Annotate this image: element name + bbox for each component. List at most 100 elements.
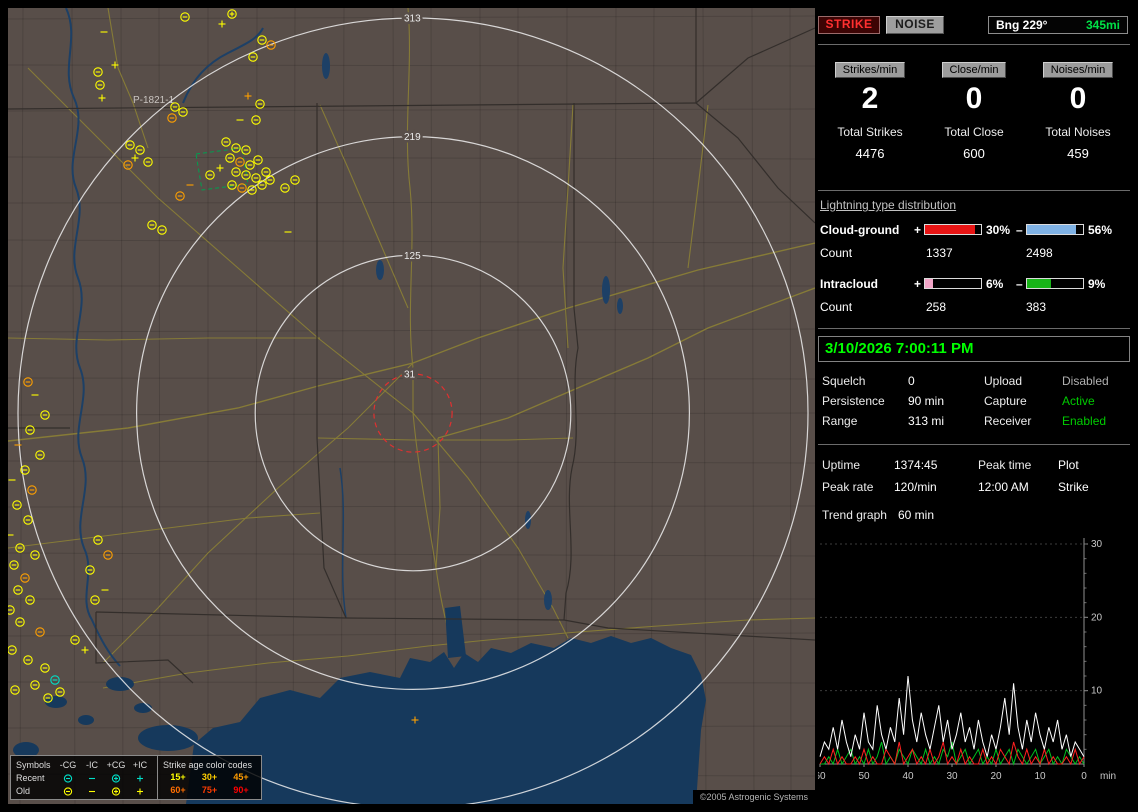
col-header-neg-ic: -IC [80, 759, 104, 771]
svg-text:50: 50 [858, 771, 870, 782]
bearing-value: Bng 229° [996, 18, 1047, 32]
recent-neg-ic-icon [84, 773, 100, 784]
uptime-value: 1374:45 [894, 458, 978, 472]
close-rate-column: Close/min 0 Total Close 600 [922, 62, 1026, 161]
cloud-ground-label: Cloud-ground [820, 223, 899, 237]
persistence-label: Persistence [822, 394, 908, 408]
svg-text:40: 40 [902, 771, 914, 782]
close-per-min-label: Close/min [942, 62, 1007, 78]
intracloud-row: Intracloud + 6% – 9% [820, 276, 1128, 292]
minus-sign: – [1016, 277, 1023, 291]
recent-pos-ic-icon [132, 773, 148, 784]
trend-graph: 1020306050403020100min [818, 526, 1130, 796]
upload-value: Disabled [1062, 374, 1128, 388]
noises-per-min-value: 0 [1026, 82, 1130, 116]
strikes-rate-column: Strikes/min 2 Total Strikes 4476 [818, 62, 922, 161]
cg-negative-count: 2498 [1026, 246, 1053, 260]
old-neg-ic-icon [84, 786, 100, 797]
plus-sign: + [914, 277, 921, 291]
col-header-neg-cg: -CG [56, 759, 80, 771]
peak-rate-label: Peak rate [822, 480, 894, 494]
lightning-map[interactable]: P-1821-1 31321912531 Symbols -CG -IC +CG… [8, 8, 815, 804]
ic-negative-pct: 9% [1088, 277, 1105, 291]
recent-neg-cg-icon [60, 773, 76, 784]
cg-positive-bar [924, 224, 982, 235]
ic-positive-pct: 6% [986, 277, 1003, 291]
cg-count-label: Count [820, 246, 852, 260]
svg-text:60: 60 [818, 771, 826, 782]
peak-time-label: Peak time [978, 458, 1058, 472]
total-close-value: 600 [922, 146, 1026, 161]
persistence-value: 90 min [908, 394, 984, 408]
receiver-label: Receiver [984, 414, 1062, 428]
ic-count-row: Count 258 383 [820, 300, 1128, 316]
total-strikes-value: 4476 [818, 146, 922, 161]
trend-header-row: Trend graph 60 min [822, 508, 1128, 522]
svg-text:219: 219 [404, 132, 421, 143]
uptime-label: Uptime [822, 458, 894, 472]
old-pos-ic-icon [132, 786, 148, 797]
svg-text:20: 20 [1091, 612, 1103, 623]
svg-text:10: 10 [1091, 686, 1103, 697]
separator [818, 328, 1130, 329]
age-codes-title: Strike age color codes [163, 758, 256, 771]
strikes-per-min-label: Strikes/min [835, 62, 905, 78]
noises-rate-column: Noises/min 0 Total Noises 459 [1026, 62, 1130, 161]
cloud-ground-row: Cloud-ground + 30% – 56% [820, 222, 1128, 238]
age-code-15+: 15+ [165, 771, 191, 784]
separator [818, 190, 1130, 191]
svg-text:min: min [1100, 771, 1116, 782]
cg-negative-pct: 56% [1088, 223, 1112, 237]
plot-label: Plot [1058, 458, 1128, 472]
svg-text:313: 313 [404, 14, 421, 25]
noise-button[interactable]: NOISE [886, 16, 944, 34]
intracloud-label: Intracloud [820, 277, 878, 291]
status-row: Persistence 90 min Capture Active [822, 394, 1128, 408]
peak-time-value: 12:00 AM [978, 480, 1058, 494]
total-noises-value: 459 [1026, 146, 1130, 161]
total-strikes-label: Total Strikes [818, 125, 922, 139]
bearing-display: Bng 229° 345mi [988, 16, 1128, 34]
svg-text:30: 30 [946, 771, 958, 782]
ic-positive-bar [924, 278, 982, 289]
datetime-display: 3/10/2026 7:00:11 PM [818, 336, 1130, 362]
col-header-pos-cg: +CG [104, 759, 128, 771]
old-row-label: Old [16, 785, 56, 797]
recent-pos-cg-icon [108, 773, 124, 784]
plus-sign: + [914, 223, 921, 237]
svg-text:20: 20 [990, 771, 1002, 782]
capture-value: Active [1062, 394, 1128, 408]
old-neg-cg-icon [60, 786, 76, 797]
noises-per-min-label: Noises/min [1043, 62, 1113, 78]
ic-positive-count: 258 [926, 300, 946, 314]
status-row: Squelch 0 Upload Disabled [822, 374, 1128, 388]
ic-negative-count: 383 [1026, 300, 1046, 314]
age-code-75+: 75+ [197, 784, 223, 797]
stats-row: Uptime 1374:45 Peak time Plot [822, 458, 1128, 472]
recent-row-label: Recent [16, 772, 56, 784]
age-code-90+: 90+ [228, 784, 254, 797]
svg-text:10: 10 [1034, 771, 1046, 782]
station-label: P-1821-1 [133, 95, 175, 106]
old-pos-cg-icon [108, 786, 124, 797]
trend-graph-period: 60 min [898, 508, 982, 522]
squelch-value: 0 [908, 374, 984, 388]
svg-text:0: 0 [1081, 771, 1087, 782]
close-per-min-value: 0 [922, 82, 1026, 116]
stats-row: Peak rate 120/min 12:00 AM Strike [822, 480, 1128, 494]
age-codes-row-1: 15+30+45+ [163, 771, 256, 784]
capture-label: Capture [984, 394, 1062, 408]
status-panel: STRIKE NOISE Bng 229° 345mi Strikes/min … [818, 8, 1130, 804]
col-header-pos-ic: +IC [128, 759, 152, 771]
plot-value: Strike [1058, 480, 1128, 494]
strike-button[interactable]: STRIKE [818, 16, 880, 34]
age-codes-row-2: 60+75+90+ [163, 784, 256, 797]
cg-positive-pct: 30% [986, 223, 1010, 237]
symbols-legend: Symbols -CG -IC +CG +IC Recent Old [10, 755, 158, 800]
ic-negative-bar [1026, 278, 1084, 289]
symbols-title: Symbols [16, 759, 56, 771]
separator [818, 44, 1130, 45]
cg-negative-bar [1026, 224, 1084, 235]
map-canvas: P-1821-1 31321912531 [8, 8, 815, 804]
total-close-label: Total Close [922, 125, 1026, 139]
